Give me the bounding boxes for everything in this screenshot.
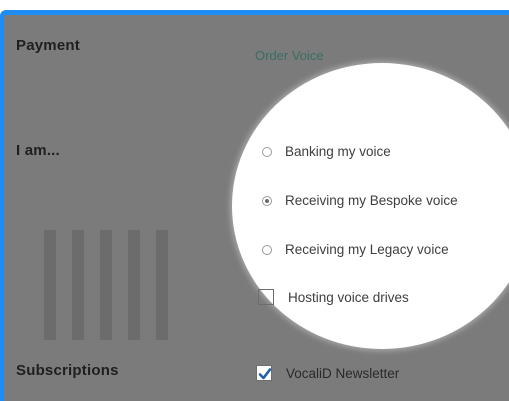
payment-label: Payment [16,37,80,54]
screenshot-stage: Payment Order Voice I am... Banking my v… [0,0,509,401]
checkbox-option-label: Hosting voice drives [288,289,409,305]
radio-option-label: Banking my voice [285,144,391,159]
order-voice-link[interactable]: Order Voice [255,48,324,63]
checkmark-icon [258,368,272,380]
i-am-label: I am... [16,142,60,159]
radio-option-label: Receiving my Bespoke voice [285,193,458,208]
radio-button[interactable] [262,244,272,255]
newsletter-label: VocaliD Newsletter [286,365,400,381]
radio-button-selected[interactable] [262,195,272,206]
newsletter-checkbox[interactable] [256,365,272,381]
radio-option-banking[interactable]: Banking my voice [262,144,391,159]
radio-option-label: Receiving my Legacy voice [285,242,449,257]
radio-option-bespoke[interactable]: Receiving my Bespoke voice [262,193,458,208]
hosting-checkbox[interactable] [258,289,274,305]
background-decoration [44,230,174,340]
newsletter-subscription[interactable]: VocaliD Newsletter [256,365,399,381]
form-panel: Payment Order Voice I am... Banking my v… [0,10,509,401]
radio-option-legacy[interactable]: Receiving my Legacy voice [262,242,449,257]
subscriptions-label: Subscriptions [16,362,119,379]
checkbox-option-hosting[interactable]: Hosting voice drives [258,289,409,305]
radio-button[interactable] [262,146,272,157]
